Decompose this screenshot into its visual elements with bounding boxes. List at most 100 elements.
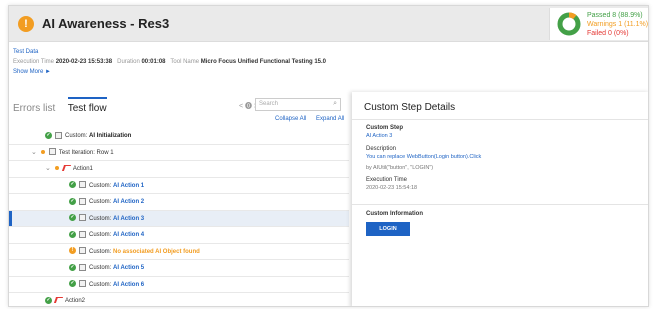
tree-row[interactable]: ✓ Action2 (9, 293, 349, 306)
tree-row[interactable]: ✓ Custom: AI Action 2 (9, 194, 349, 211)
tree-row-content: ✓ Custom: AI Action 3 (69, 211, 144, 227)
details-divider (352, 119, 648, 120)
chevron-down-icon[interactable]: ⌄ (31, 145, 37, 161)
tab-errors-list[interactable]: Errors list (13, 103, 55, 114)
passed-status-icon: ✓ (45, 296, 52, 304)
test-data-link[interactable]: Test Data (13, 49, 38, 55)
results-donut-chart (557, 12, 581, 36)
tree-row-prefix: Custom: (89, 182, 112, 189)
action-icon (61, 165, 71, 172)
run-info: Test Data Execution Time 2020-02-23 15:5… (13, 47, 326, 77)
tree-row[interactable]: ! Custom: No associated AI Object found (9, 243, 349, 260)
tree-row[interactable]: ✓ Custom: AI Action 6 (9, 276, 349, 293)
tree-row-content: ✓ Custom: AI Action 2 (69, 194, 144, 210)
execution-time-detail-label: Execution Time (366, 177, 408, 183)
tab-test-flow[interactable]: Test flow (68, 103, 107, 114)
details-divider-2 (352, 204, 648, 205)
tree-row-content: ✓ Custom: AI Action 5 (69, 260, 144, 276)
custom-information-label: Custom Information (366, 211, 423, 217)
page-title: AI Awareness - Res3 (42, 16, 170, 31)
tree-row[interactable]: ✓ Custom: AI Initialization (9, 128, 349, 145)
step-icon (79, 280, 86, 288)
tree-row-label: AI Action 2 (113, 199, 145, 205)
action-icon (53, 297, 64, 304)
panel-tabs: Errors list Test flow (13, 98, 107, 116)
description-label: Description (366, 146, 397, 152)
execution-time-label: Execution Time (13, 59, 55, 65)
tree-row-prefix: Custom: (89, 232, 112, 238)
tree-row[interactable]: ✓ Custom: AI Action 1 (9, 177, 349, 194)
step-icon (79, 214, 86, 222)
tree-row-label: AI Initialization (89, 133, 132, 139)
report-header: ! AI Awareness - Res3 Passed 8 (88.9%) W… (9, 6, 649, 42)
warning-dot-icon (54, 166, 59, 171)
tree-controls: Collapse All Expand All (267, 116, 344, 122)
tree-row-content: ✓ Custom: AI Action 4 (69, 227, 144, 243)
step-icon (79, 230, 86, 238)
chevron-down-icon[interactable]: ⌄ (45, 161, 51, 177)
tree-row-content: ! Custom: No associated AI Object found (69, 244, 200, 260)
duration-value: 00:01:08 (141, 59, 166, 65)
search-input[interactable]: Search ⌕ (255, 98, 341, 111)
passed-status-icon: ✓ (69, 230, 76, 238)
tree-row[interactable]: ✓ Custom: AI Action 4 (9, 227, 349, 244)
tree-row-content: ⌄ Action1 (45, 161, 93, 177)
tree-row-label: Test Iteration: Row 1 (58, 149, 114, 156)
tree-row-content: ✓ Custom: AI Action 1 (69, 178, 144, 194)
donut-passed-arc (557, 12, 581, 36)
tree-row-label: AI Action 3 (113, 215, 145, 222)
login-button-screenshot[interactable]: LOGIN (366, 222, 410, 236)
tree-row-label: AI Action 1 (113, 182, 145, 189)
step-icon (79, 247, 86, 255)
warning-status-icon: ! (69, 247, 76, 255)
tree-row-label: AI Action 6 (113, 281, 145, 288)
warnings-count: Warnings 1 (11.1%) (587, 21, 649, 28)
execution-time-detail-value: 2020-02-23 15:54:18 (366, 185, 418, 191)
step-icon (79, 263, 86, 271)
details-panel: Custom Step Details Custom Step AI Actio… (352, 92, 648, 306)
duration-label: Duration (117, 59, 140, 65)
passed-status-icon: ✓ (69, 280, 76, 288)
tree-row-label: AI Action 5 (113, 265, 145, 271)
collapse-all-link[interactable]: Collapse All (275, 116, 306, 122)
tree-row[interactable]: ⌄ Action1 (9, 161, 349, 178)
report-window: ! AI Awareness - Res3 Passed 8 (88.9%) W… (8, 5, 649, 307)
tree-row[interactable]: ⌄ Test Iteration: Row 1 (9, 144, 349, 161)
passed-status-icon: ✓ (45, 131, 52, 139)
tree-row-label: AI Action 4 (113, 232, 145, 238)
tree-row-label: Action1 (72, 166, 93, 172)
step-icon (79, 181, 86, 189)
warning-status-icon: ! (18, 16, 34, 32)
show-more-link[interactable]: Show More ► (13, 69, 51, 75)
flow-panel: Errors list Test flow < ⓿ > Search ⌕ Col… (9, 92, 349, 306)
tree-row-prefix: Custom: (89, 248, 112, 255)
expand-all-link[interactable]: Expand All (316, 116, 344, 122)
search-placeholder: Search (259, 101, 279, 107)
error-count-icon: ⓿ (245, 103, 253, 110)
tree-row-label: Action2 (65, 298, 86, 304)
tool-name-label: Tool Name (170, 59, 200, 65)
tree-row-prefix: Custom: (65, 133, 88, 139)
tree-row[interactable]: ✓ Custom: AI Action 3 (9, 210, 349, 227)
passed-count: Passed 8 (88.9%) (587, 12, 643, 19)
search-icon[interactable]: ⌕ (333, 100, 337, 108)
tree-row-content: ✓ Custom: AI Initialization (45, 128, 131, 144)
tree-row-label: No associated AI Object found (113, 248, 200, 255)
passed-status-icon: ✓ (69, 181, 76, 189)
passed-status-icon: ✓ (69, 263, 76, 271)
description-extra: by AIUtil("button", "LOGIN") (366, 165, 434, 171)
step-icon (79, 197, 86, 205)
step-icon (48, 148, 56, 156)
details-title: Custom Step Details (364, 102, 456, 113)
tree-row-content: ✓ Action2 (45, 293, 86, 306)
passed-status-icon: ✓ (69, 197, 76, 205)
failed-count: Failed 0 (0%) (587, 30, 629, 37)
tree-row-prefix: Custom: (89, 199, 112, 205)
prev-error-button[interactable]: < (239, 103, 243, 110)
custom-step-value: AI Action 3 (366, 133, 393, 139)
tree-row[interactable]: ✓ Custom: AI Action 5 (9, 260, 349, 277)
tree-row-content: ✓ Custom: AI Action 6 (69, 277, 144, 293)
test-flow-tree: ✓ Custom: AI Initialization ⌄ Test Iteratio… (9, 128, 349, 306)
tree-row-prefix: Custom: (89, 281, 112, 288)
warning-dot-icon (40, 149, 45, 154)
